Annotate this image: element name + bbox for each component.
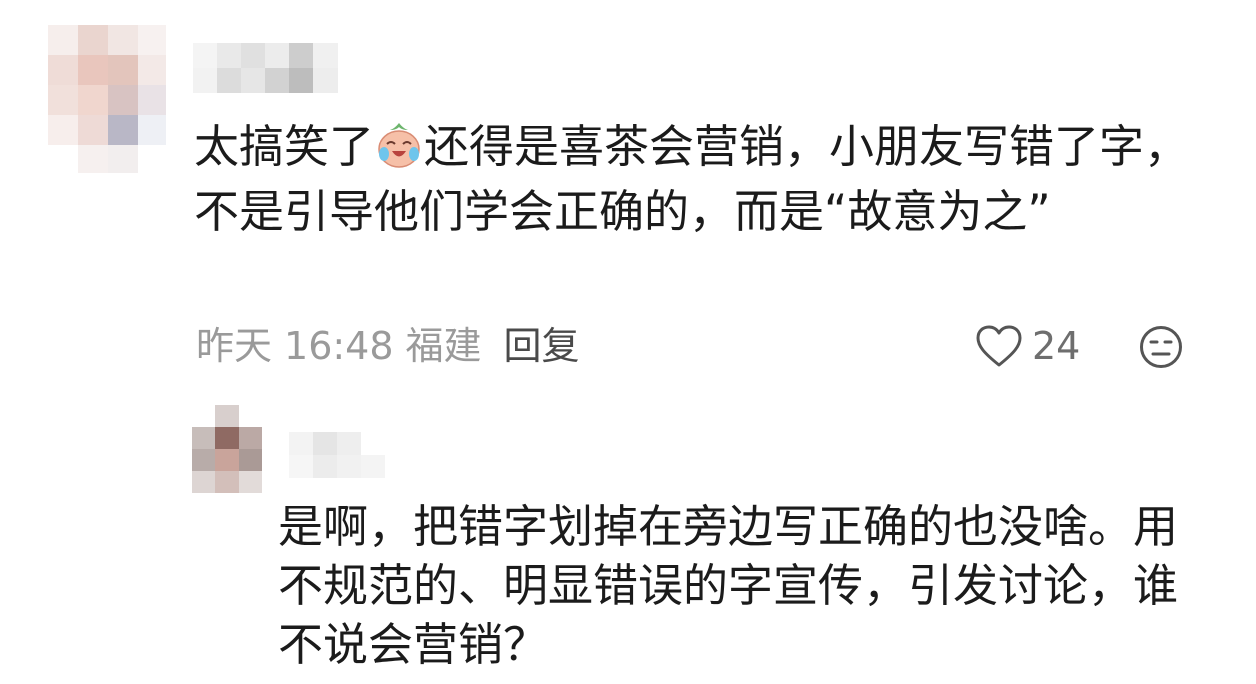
like-button[interactable]: 24 [974, 321, 1080, 371]
heart-outline-icon[interactable] [974, 323, 1024, 369]
comment-time: 16:48 [284, 324, 394, 368]
username-main[interactable] [193, 43, 338, 93]
comment-text: 太搞笑了 还得是喜茶会营销，小朋友写错了字，不是引导他们学会正确的，而是“故意为… [194, 114, 1204, 244]
username-reply[interactable] [289, 432, 385, 478]
neutral-face-icon[interactable] [1139, 325, 1183, 369]
dislike-button[interactable] [1139, 325, 1183, 369]
comment-text-part1: 太搞笑了 [194, 120, 375, 173]
avatar-main[interactable] [48, 25, 166, 173]
crying-laughing-emoji-icon [374, 120, 424, 170]
comment-date: 昨天 [196, 324, 273, 368]
comment-location: 福建 [405, 324, 482, 368]
like-count: 24 [1032, 324, 1081, 368]
comment-meta: 昨天 16:48 福建 回复 [196, 321, 580, 371]
avatar-reply[interactable] [192, 405, 262, 493]
reply-button[interactable]: 回复 [504, 324, 580, 368]
reply-text: 是啊，把错字划掉在旁边写正确的也没啥。用不规范的、明显错误的字宣传，引发讨论，谁… [278, 500, 1179, 671]
